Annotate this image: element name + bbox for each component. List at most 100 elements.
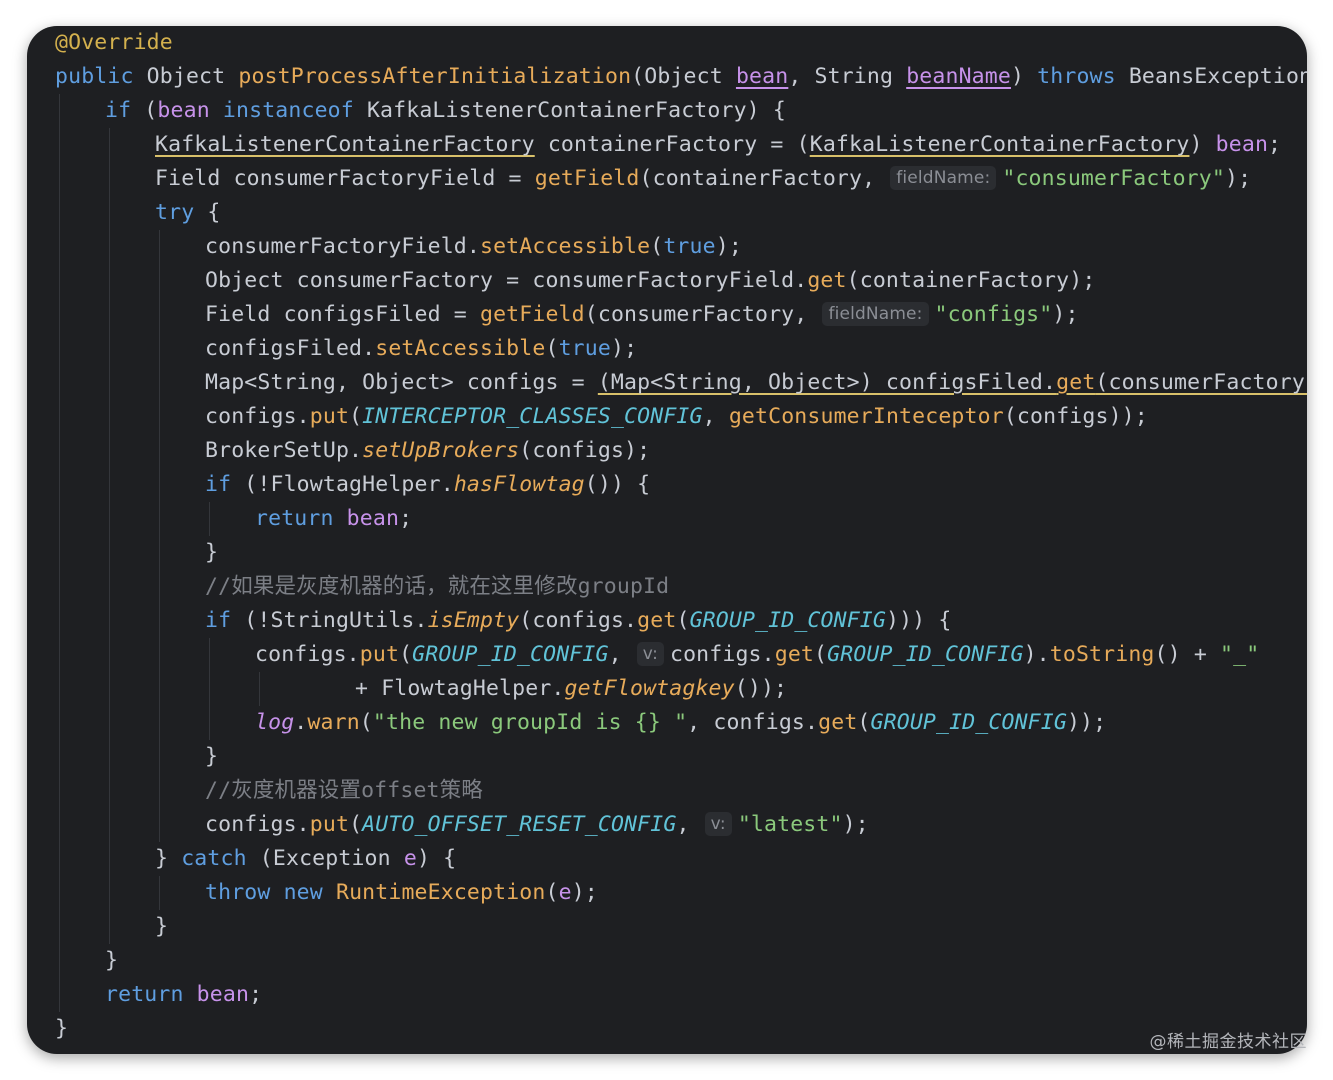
code-token: get <box>1056 370 1096 395</box>
code-line[interactable]: consumerFactoryField.setAccessible(true)… <box>27 230 1307 264</box>
code-token: Object consumerFactory = consumerFactory… <box>205 268 808 293</box>
code-token: setAccessible <box>479 234 651 259</box>
code-area[interactable]: @Override public Object postProcessAfterI… <box>27 26 1307 1054</box>
code-line-content: log.warn("the new groupId is {} ", confi… <box>255 706 1106 740</box>
code-token: configs. <box>205 404 310 429</box>
code-line[interactable]: } <box>27 910 1307 944</box>
code-editor-window: @Override public Object postProcessAfterI… <box>27 26 1307 1054</box>
indent-guide <box>109 672 110 706</box>
code-token: ()) { <box>584 472 651 497</box>
code-line[interactable]: configs.put(AUTO_OFFSET_RESET_CONFIG, v:… <box>27 808 1307 842</box>
code-line[interactable]: try { <box>27 196 1307 230</box>
code-token: (containerFactory, <box>639 166 889 191</box>
code-token: "configs" <box>934 302 1053 327</box>
indent-guide <box>59 366 60 400</box>
parameter-hint: v: <box>704 812 732 836</box>
indent-guide <box>109 638 110 672</box>
code-line-content: public Object postProcessAfterInitializa… <box>55 60 1307 94</box>
indent-guide <box>109 468 110 502</box>
indent-guide <box>109 332 110 366</box>
indent-guide <box>59 94 60 128</box>
code-token: public <box>55 64 147 89</box>
code-line[interactable]: KafkaListenerContainerFactory containerF… <box>27 128 1307 162</box>
code-token: get <box>774 642 815 667</box>
code-line-content: if (!StringUtils.isEmpty(configs.get(GRO… <box>205 604 951 638</box>
code-line[interactable]: BrokerSetUp.setUpBrokers(configs); <box>27 434 1307 468</box>
code-line[interactable]: return bean; <box>27 502 1307 536</box>
code-line[interactable]: //灰度机器设置offset策略 <box>27 774 1307 808</box>
code-token: KafkaListenerContainerFactory <box>809 132 1190 157</box>
code-line[interactable]: } <box>27 740 1307 774</box>
code-token: { <box>207 200 221 225</box>
code-token: (Object <box>631 64 736 89</box>
code-line[interactable]: throw new RuntimeException(e); <box>27 876 1307 910</box>
code-token: INTERCEPTOR_CLASSES_CONFIG <box>362 404 703 429</box>
code-line-content: @Override <box>55 26 173 60</box>
code-line[interactable]: return bean; <box>27 978 1307 1012</box>
code-token: @Override <box>55 30 173 55</box>
code-line[interactable]: configs.put(INTERCEPTOR_CLASSES_CONFIG, … <box>27 400 1307 434</box>
code-line[interactable]: log.warn("the new groupId is {} ", confi… <box>27 706 1307 740</box>
code-token: e <box>558 880 572 905</box>
indent-guide <box>59 808 60 842</box>
indent-guide <box>109 536 110 570</box>
code-token: ()); <box>734 676 788 701</box>
code-line[interactable]: Object consumerFactory = consumerFactory… <box>27 264 1307 298</box>
indent-guide <box>209 672 210 706</box>
code-line[interactable]: } <box>27 536 1307 570</box>
code-line[interactable]: + FlowtagHelper.getFlowtagkey()); <box>27 672 1307 706</box>
indent-guide <box>109 808 110 842</box>
code-line[interactable]: Map<String, Object> configs = (Map<Strin… <box>27 366 1307 400</box>
code-token: beanName <box>906 64 1011 89</box>
code-line-content: configs.put(AUTO_OFFSET_RESET_CONFIG, v:… <box>205 808 869 842</box>
indent-guide <box>109 400 110 434</box>
code-token: ))) { <box>885 608 952 633</box>
code-line[interactable]: public Object postProcessAfterInitializa… <box>27 60 1307 94</box>
code-line[interactable]: configs.put(GROUP_ID_CONFIG, v: configs.g… <box>27 638 1307 672</box>
code-token: put <box>309 812 350 837</box>
code-line[interactable]: } catch (Exception e) { <box>27 842 1307 876</box>
code-line[interactable]: if (bean instanceof KafkaListenerContain… <box>27 94 1307 128</box>
code-line[interactable]: } <box>27 1012 1307 1046</box>
code-token: true <box>558 336 611 361</box>
code-token: return <box>255 506 347 531</box>
code-token: ); <box>842 812 869 837</box>
code-token: ( <box>857 710 871 735</box>
code-token: throws <box>1037 64 1129 89</box>
code-token: (consumerFactory) <box>1095 370 1307 395</box>
code-line[interactable]: Field configsFiled = getField(consumerFa… <box>27 298 1307 332</box>
code-line[interactable]: configsFiled.setAccessible(true); <box>27 332 1307 366</box>
code-line[interactable]: Field consumerFactoryField = getField(co… <box>27 162 1307 196</box>
indent-guide <box>109 196 110 230</box>
code-token: GROUP_ID_CONFIG <box>870 710 1067 735</box>
code-token: if <box>205 608 245 633</box>
code-line[interactable]: @Override <box>27 26 1307 60</box>
code-token: ; <box>1268 132 1282 157</box>
code-line[interactable]: } <box>27 944 1307 978</box>
code-line[interactable]: //如果是灰度机器的话，就在这里修改groupId <box>27 570 1307 604</box>
indent-guide <box>209 502 210 536</box>
indent-guide <box>59 298 60 332</box>
code-token: getField <box>479 302 585 327</box>
code-token: (Exception <box>259 846 404 871</box>
indent-guide <box>159 536 160 570</box>
code-token: . <box>294 710 308 735</box>
indent-guide <box>59 978 60 1012</box>
code-line-content: KafkaListenerContainerFactory containerF… <box>155 128 1281 162</box>
code-token: BeansException { <box>1128 64 1307 89</box>
code-line-content: Object consumerFactory = consumerFactory… <box>205 264 1095 298</box>
code-line[interactable]: if (!StringUtils.isEmpty(configs.get(GRO… <box>27 604 1307 638</box>
code-line-content: + FlowtagHelper.getFlowtagkey()); <box>355 672 787 706</box>
indent-guide <box>109 434 110 468</box>
code-token: get <box>807 268 847 293</box>
code-line-content: configs.put(INTERCEPTOR_CLASSES_CONFIG, … <box>205 400 1148 434</box>
indent-guide <box>59 910 60 944</box>
code-line[interactable]: if (!FlowtagHelper.hasFlowtag()) { <box>27 468 1307 502</box>
code-line-content: Field consumerFactoryField = getField(co… <box>155 162 1251 196</box>
indent-guide <box>159 638 160 672</box>
code-token: ( <box>814 642 828 667</box>
code-token: ); <box>571 880 598 905</box>
indent-guide <box>159 570 160 604</box>
indent-guide <box>159 604 160 638</box>
code-token: e <box>403 846 417 871</box>
